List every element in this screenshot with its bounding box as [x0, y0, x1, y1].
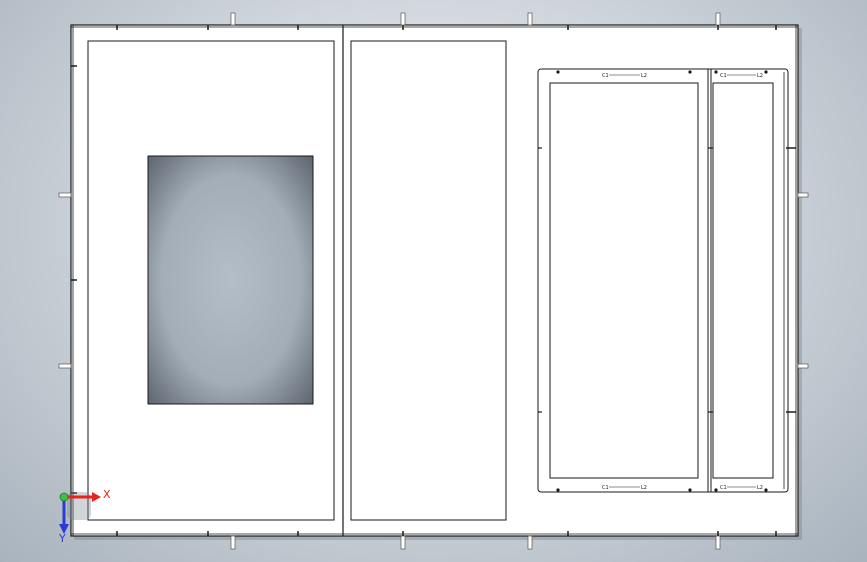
hinge-pin-icon — [797, 363, 809, 369]
drawing-canvas[interactable]: C1 L2 C1 L2 C1 L2 C1 L2 X Y — [0, 0, 867, 562]
fastener-dot — [714, 70, 718, 74]
hinge-pin-icon — [527, 535, 533, 550]
tag-label-c1: C1 — [720, 485, 727, 491]
hinge-pin-icon — [58, 363, 72, 369]
hinge-pin-icon — [400, 12, 406, 26]
right-inner-panel-narrow[interactable] — [712, 82, 774, 479]
y-axis-label: Y — [58, 532, 66, 545]
tag-label-l2: L2 — [641, 485, 647, 491]
hinge-pin-icon — [230, 12, 236, 26]
hinge-pin-icon — [230, 535, 236, 550]
hinge-pin-icon — [715, 12, 721, 26]
fastener-dot — [688, 488, 692, 492]
tag-label-l2: L2 — [641, 73, 647, 79]
hinge-pin-icon — [715, 535, 721, 550]
middle-door-panel[interactable] — [350, 40, 507, 521]
fastener-dot — [688, 70, 692, 74]
tag-label-c1: C1 — [720, 73, 727, 79]
fastener-dot — [556, 488, 560, 492]
fastener-dot — [764, 488, 768, 492]
fastener-dot — [764, 70, 768, 74]
tag-label-c1: C1 — [602, 73, 609, 79]
origin-marker — [59, 492, 69, 502]
window-cutout[interactable] — [147, 155, 314, 405]
hinge-pin-icon — [527, 12, 533, 26]
x-axis-label: X — [103, 488, 111, 501]
tag-label-l2: L2 — [757, 73, 763, 79]
tag-label-l2: L2 — [757, 485, 763, 491]
hinge-pin-icon — [797, 192, 809, 198]
tag-label-c1: C1 — [602, 485, 609, 491]
hinge-pin-icon — [400, 535, 406, 550]
hinge-pin-icon — [58, 192, 72, 198]
cad-viewport[interactable]: C1 L2 C1 L2 C1 L2 C1 L2 X Y — [0, 0, 867, 562]
fastener-dot — [714, 488, 718, 492]
fastener-dot — [556, 70, 560, 74]
right-inner-panel-wide[interactable] — [549, 82, 699, 479]
